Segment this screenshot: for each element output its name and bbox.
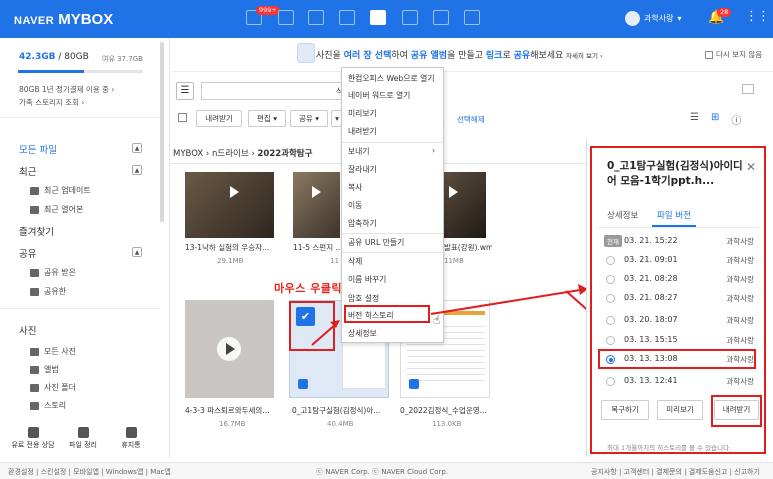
version-row[interactable]: 03. 21. 09:01 과학사랑 [604,253,754,269]
version-radio[interactable] [606,294,615,303]
version-row[interactable]: 03. 21. 08:27 과학사랑 [604,291,754,307]
version-row[interactable]: 03. 21. 08:28 과학사랑 [604,272,754,288]
version-author: 과학사랑 [726,336,754,345]
version-date: 03. 21. 15:22 [624,236,678,245]
tab-details[interactable]: 상세정보 [607,209,638,221]
version-author: 과학사랑 [726,256,754,265]
version-author: 과학사랑 [726,294,754,303]
version-author: 과학사랑 [726,275,754,284]
version-date: 03. 13. 12:41 [624,376,678,385]
arrow-line [430,289,581,315]
version-row[interactable]: 03. 13. 12:41 과학사랑 [604,374,754,390]
footer-links[interactable]: 환경설정 | 스킨설정 | 모바일앱 | Windows앱 | Mac앱 [8,467,171,477]
version-date: 03. 21. 09:01 [624,255,678,264]
version-date: 03. 13. 15:15 [624,335,678,344]
arrow-line [311,323,337,346]
restore-button[interactable]: 복구하기 [601,400,649,420]
version-date: 03. 20. 18:07 [624,315,678,324]
version-author: 과학사랑 [726,237,754,246]
version-radio[interactable] [606,316,615,325]
version-radio[interactable] [606,377,615,386]
panel-file-title: 0_고1탐구실험(김정식)아이디어 모음-1학기ppt.h... [607,160,743,187]
footer: 환경설정 | 스킨설정 | 모바일앱 | Windows앱 | Mac앱 ⓒ N… [0,462,773,479]
panel-note: 최대 1개월까지의 히스토리를 볼 수 있습니다. [607,444,732,452]
current-badge: 현재 [604,235,622,247]
preview-button[interactable]: 미리보기 [657,400,703,420]
selected-version-highlight [598,349,756,369]
version-row[interactable]: 현재 03. 21. 15:22 과학사랑 [604,234,754,250]
close-icon[interactable]: ✕ [746,160,756,174]
version-radio[interactable] [606,256,615,265]
version-date: 03. 21. 08:27 [624,293,678,302]
version-author: 과학사랑 [726,377,754,386]
divider [598,227,758,228]
download-highlight [711,395,762,427]
footer-right-links[interactable]: 공지사항 | 고객센터 | 결제문의 | 결제도움신고 | 신고하기 [591,467,760,477]
footer-copyright: ⓒ NAVER Corp. ⓒ NAVER Cloud Corp. [316,468,449,476]
version-radio[interactable] [606,336,615,345]
tab-file-versions[interactable]: 파일 버전 [657,209,691,221]
version-date: 03. 21. 08:28 [624,274,678,283]
version-row[interactable]: 03. 20. 18:07 과학사랑 [604,313,754,329]
version-radio[interactable] [606,275,615,284]
version-author: 과학사랑 [726,316,754,325]
version-row[interactable]: 03. 13. 15:15 과학사랑 [604,333,754,349]
